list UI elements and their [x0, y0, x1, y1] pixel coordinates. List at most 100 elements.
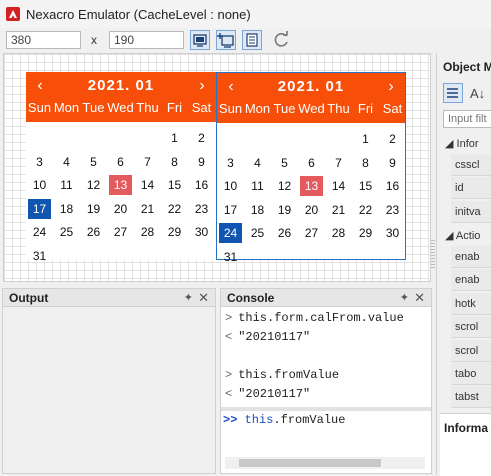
calendar-day[interactable]: 22 [163, 199, 186, 219]
scrollbar-thumb[interactable] [239, 459, 381, 467]
calendar-day[interactable]: 26 [273, 223, 296, 243]
calendar-day[interactable]: 9 [190, 152, 213, 172]
calendar-to[interactable]: ‹ 2021. 01 › Sun Mon Tue Wed Thu Fri Sat 12345… [216, 72, 406, 264]
calendar-day[interactable]: 16 [381, 176, 404, 196]
weekday-label: Sat [382, 101, 403, 116]
property-row[interactable]: id [451, 177, 491, 200]
calendar-day[interactable]: 27 [300, 223, 323, 243]
calendar-day[interactable]: 23 [381, 200, 404, 220]
property-row[interactable]: enab [451, 246, 491, 268]
property-row[interactable]: scrol [451, 339, 491, 362]
calendar-day[interactable]: 8 [354, 153, 377, 173]
fit-screen-button[interactable] [190, 30, 210, 50]
calendar-day[interactable]: 21 [327, 200, 350, 220]
calendar-day[interactable]: 7 [327, 153, 350, 173]
calendar-day[interactable]: 20 [300, 200, 323, 220]
property-filter-input[interactable] [443, 110, 491, 128]
vertical-splitter[interactable] [431, 240, 435, 270]
width-input[interactable] [6, 31, 81, 49]
calendar-day[interactable]: 1 [354, 129, 377, 149]
calendar-day[interactable]: 18 [246, 200, 269, 220]
calendar-day[interactable]: 2 [190, 128, 213, 148]
calendar-day[interactable]: 29 [354, 223, 377, 243]
calendar-day[interactable]: 22 [354, 200, 377, 220]
calendar-day[interactable]: 15 [354, 176, 377, 196]
property-row[interactable]: enab [451, 269, 491, 292]
refresh-button[interactable] [272, 30, 292, 50]
calendar-day[interactable]: 5 [82, 152, 105, 172]
calendar-day[interactable]: 16 [190, 175, 213, 195]
calendar-day[interactable]: 10 [219, 176, 242, 196]
calendar-day[interactable]: 24 [28, 222, 51, 242]
section-action[interactable]: ◢ Actio [445, 225, 491, 247]
calendar-day[interactable]: 19 [82, 199, 105, 219]
calendar-day[interactable]: 5 [273, 153, 296, 173]
calendar-day[interactable]: 8 [163, 152, 186, 172]
calendar-day[interactable]: 12 [273, 176, 296, 196]
description-title: Informa [444, 421, 489, 435]
weekday-label: Fri [357, 101, 374, 116]
calendar-day[interactable]: 21 [136, 199, 159, 219]
calendar-day[interactable]: 11 [55, 175, 78, 195]
calendar-day[interactable]: 26 [82, 222, 105, 242]
calendar-day[interactable]: 14 [136, 175, 159, 195]
calendar-day[interactable]: 25 [55, 222, 78, 242]
close-icon[interactable]: ✕ [414, 290, 425, 306]
property-row[interactable]: scrol [451, 316, 491, 339]
calendar-day[interactable]: 13 [109, 175, 132, 195]
calendar-day[interactable]: 13 [300, 176, 323, 196]
pin-icon[interactable]: ✦ [400, 291, 409, 304]
next-month-button[interactable]: › [193, 76, 211, 96]
calendar-day[interactable]: 2 [381, 129, 404, 149]
calendar-day[interactable]: 24 [219, 223, 242, 243]
calendar-from[interactable]: ‹ 2021. 01 › Sun Mon Tue Wed Thu Fri Sat 12345… [26, 72, 216, 263]
calendar-day[interactable]: 4 [55, 152, 78, 172]
calendar-day[interactable]: 19 [273, 200, 296, 220]
calendar-day[interactable]: 3 [28, 152, 51, 172]
calendar-day[interactable]: 10 [28, 175, 51, 195]
pin-icon[interactable]: ✦ [184, 291, 193, 304]
console-splitter[interactable] [221, 407, 431, 411]
properties-button[interactable] [242, 30, 262, 50]
categorized-button[interactable] [443, 83, 463, 103]
calendar-day[interactable]: 30 [190, 222, 213, 242]
calendar-day[interactable]: 23 [190, 199, 213, 219]
calendar-day[interactable]: 6 [300, 153, 323, 173]
property-row[interactable]: initva [451, 200, 491, 223]
calendar-day[interactable]: 27 [109, 222, 132, 242]
calendar-day[interactable]: 17 [28, 198, 51, 219]
calendar-day[interactable]: 20 [109, 199, 132, 219]
calendar-day[interactable]: 25 [246, 223, 269, 243]
calendar-day[interactable]: 11 [246, 176, 269, 196]
calendar-day[interactable]: 14 [327, 176, 350, 196]
calendar-day[interactable]: 31 [28, 246, 51, 266]
calendar-day[interactable]: 15 [163, 175, 186, 195]
calendar-day[interactable]: 28 [136, 222, 159, 242]
console-input[interactable]: >> this.fromValue [223, 413, 345, 427]
height-input[interactable] [109, 31, 184, 49]
property-row[interactable]: tabst [451, 386, 491, 409]
add-screen-button[interactable] [216, 30, 236, 50]
console-line: < "20210117" [225, 328, 425, 347]
calendar-day[interactable]: 4 [246, 153, 269, 173]
calendar-day[interactable]: 7 [136, 152, 159, 172]
property-row[interactable]: tabo [451, 363, 491, 385]
calendar-day[interactable]: 9 [381, 153, 404, 173]
property-row[interactable]: hotk [451, 292, 491, 315]
calendar-day[interactable]: 6 [109, 152, 132, 172]
property-row[interactable]: csscl [451, 154, 491, 176]
calendar-day[interactable]: 28 [327, 223, 350, 243]
calendar-day[interactable]: 1 [163, 128, 186, 148]
close-icon[interactable]: ✕ [198, 290, 209, 306]
next-month-button[interactable]: › [382, 77, 400, 97]
calendar-day[interactable]: 30 [381, 223, 404, 243]
calendar-day[interactable]: 29 [163, 222, 186, 242]
alphabetical-button[interactable]: A↓ [470, 86, 485, 101]
calendar-day[interactable]: 3 [219, 153, 242, 173]
horizontal-scrollbar[interactable] [225, 457, 425, 469]
calendar-day[interactable]: 18 [55, 199, 78, 219]
calendar-day[interactable]: 31 [219, 247, 242, 267]
calendar-day[interactable]: 12 [82, 175, 105, 195]
section-information[interactable]: ◢ Infor [445, 133, 491, 155]
calendar-day[interactable]: 17 [219, 200, 242, 220]
